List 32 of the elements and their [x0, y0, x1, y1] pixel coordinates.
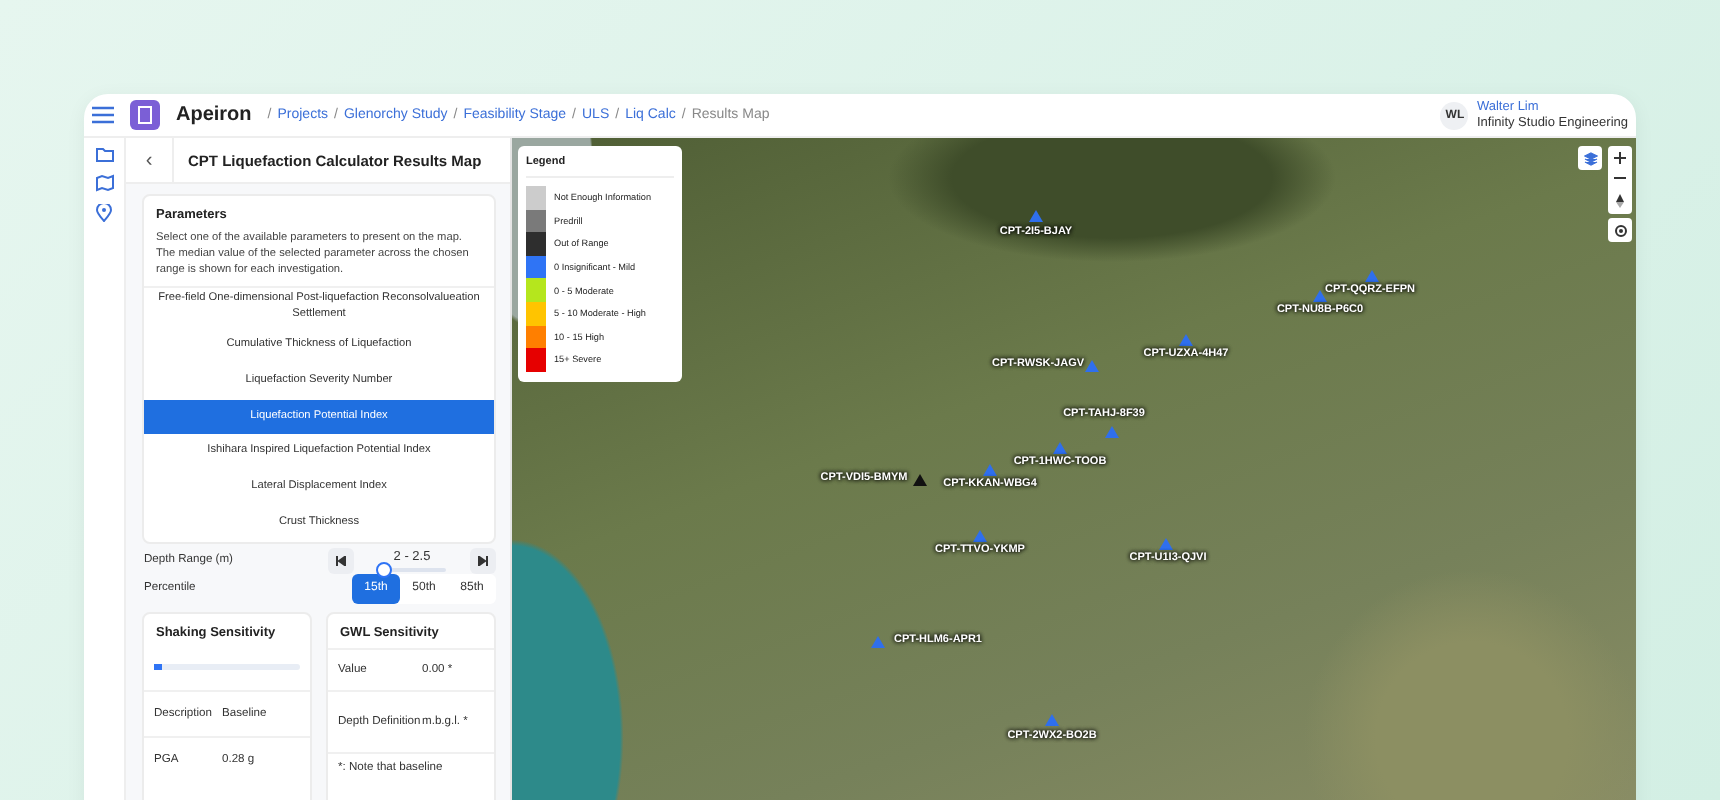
- triangle-marker-icon[interactable]: [1365, 270, 1379, 282]
- triangle-marker-icon[interactable]: [973, 530, 987, 542]
- step-forward-button[interactable]: [470, 547, 496, 574]
- app-logo: [130, 100, 160, 130]
- triangle-marker-icon[interactable]: [1085, 360, 1099, 372]
- layers-button[interactable]: [1578, 146, 1602, 170]
- location-pin-icon[interactable]: [96, 204, 112, 222]
- satellite-map[interactable]: [512, 138, 1636, 800]
- triangle-marker-icon[interactable]: [1105, 426, 1119, 438]
- skip-back-icon: [336, 555, 346, 566]
- triangle-marker-icon[interactable]: [1053, 442, 1067, 454]
- triangle-marker-icon[interactable]: [1159, 538, 1173, 550]
- triangle-marker-icon[interactable]: [871, 636, 885, 648]
- skip-forward-icon: [478, 555, 488, 566]
- locate-button[interactable]: [1608, 218, 1632, 242]
- step-back-button[interactable]: [328, 547, 354, 574]
- depth-slider-thumb[interactable]: [376, 561, 393, 578]
- compass-icon[interactable]: [1616, 193, 1624, 208]
- triangle-marker-icon[interactable]: [1313, 290, 1327, 302]
- folder-icon[interactable]: [95, 146, 113, 162]
- triangle-marker-icon[interactable]: [1179, 334, 1193, 346]
- triangle-marker-icon[interactable]: [983, 464, 997, 476]
- map-icon[interactable]: [95, 174, 113, 192]
- zoom-out-icon[interactable]: [1614, 176, 1626, 181]
- app-name: Apeiron: [176, 104, 252, 126]
- zoom-in-icon[interactable]: [1614, 152, 1626, 165]
- locate-icon: [1613, 223, 1627, 237]
- menu-icon[interactable]: [92, 106, 114, 124]
- triangle-marker-icon[interactable]: [1029, 210, 1043, 222]
- layers-icon: [1583, 151, 1597, 165]
- triangle-marker-icon[interactable]: [1045, 714, 1059, 726]
- triangle-marker-icon[interactable]: [913, 474, 927, 486]
